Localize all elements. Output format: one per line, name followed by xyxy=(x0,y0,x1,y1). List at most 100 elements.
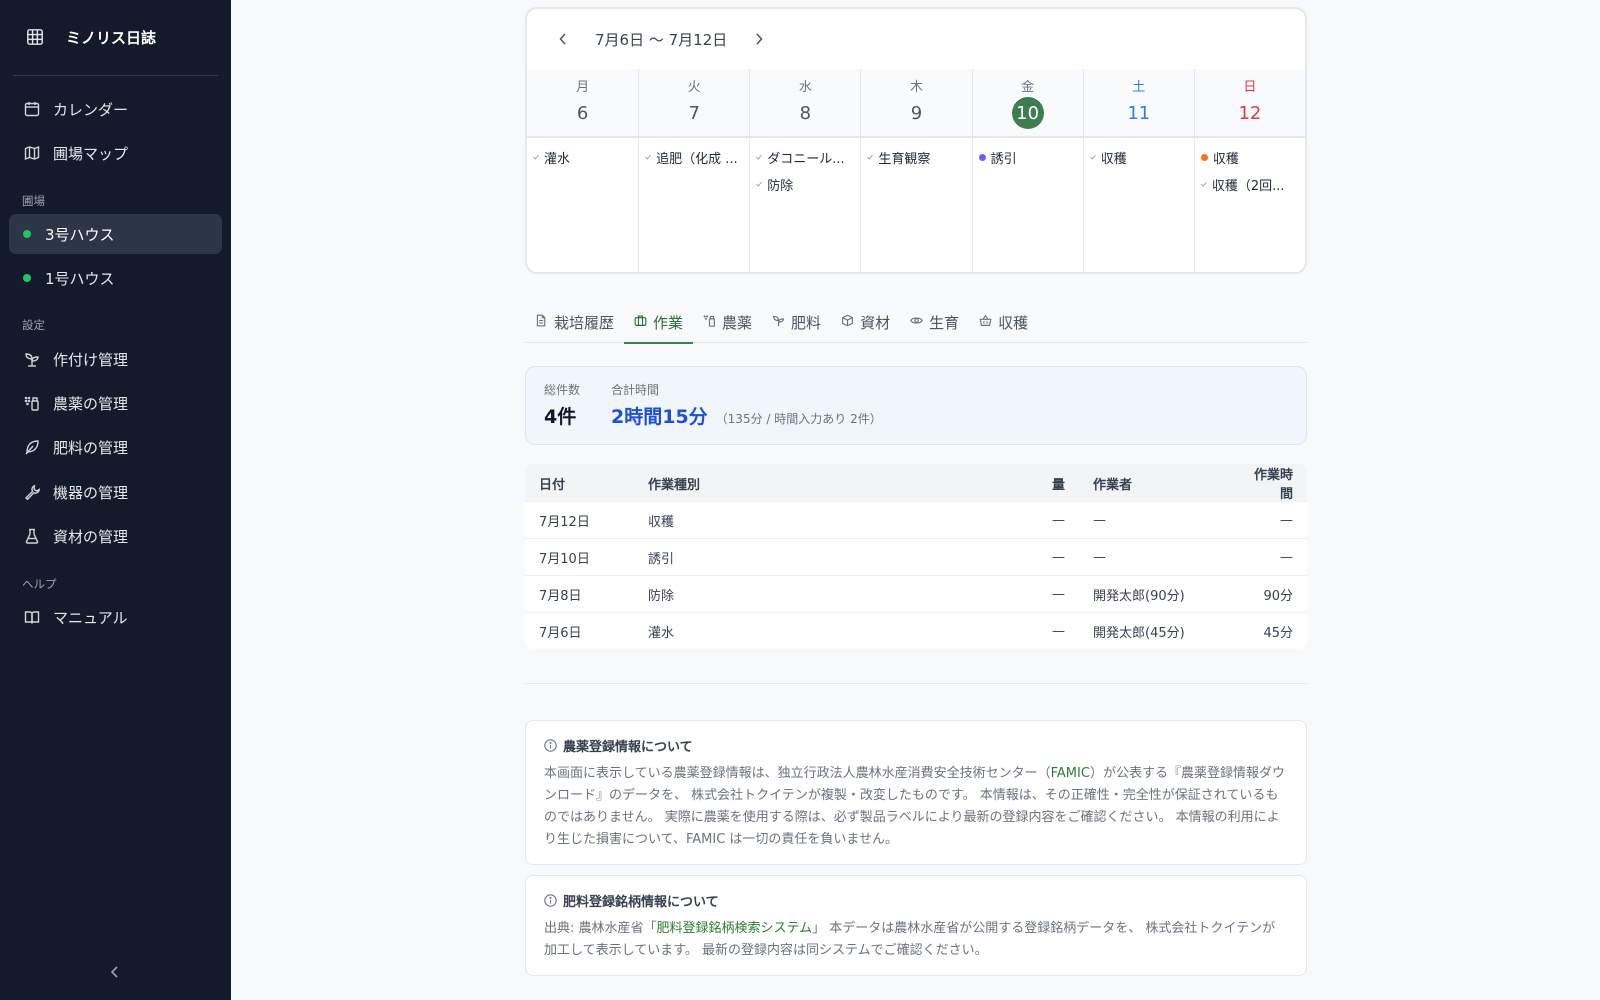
event-label: 収穫 xyxy=(1100,152,1127,167)
tab-document[interactable]: 栽培履歴 xyxy=(525,301,624,343)
leaf-icon xyxy=(23,438,41,456)
tab-label: 肥料 xyxy=(791,313,822,332)
tab-basket[interactable]: 収穫 xyxy=(969,301,1038,343)
table-row[interactable]: 7月8日 防除 — 開発太郎(90分) 90分 xyxy=(525,575,1307,612)
check-icon xyxy=(756,180,763,190)
day-header[interactable]: 水8 xyxy=(750,69,861,138)
cell-time: — xyxy=(1280,512,1293,528)
col-type: 作業種別 xyxy=(648,477,701,493)
work-table: 日付 作業種別 量 作業者 作業時間 7月12日 収穫 — — —7月10日 誘引 — — —7… xyxy=(525,464,1307,649)
day-of-week: 土 xyxy=(1132,80,1146,95)
field-item-house-1[interactable]: 1号ハウス xyxy=(9,258,222,298)
calendar-event[interactable]: 防除 xyxy=(756,175,854,194)
table-header-row: 日付 作業種別 量 作業者 作業時間 xyxy=(525,464,1307,502)
day-of-week: 水 xyxy=(798,80,812,95)
day-header[interactable]: 月6 xyxy=(527,69,639,138)
main-content: 7月6日 〜 7月12日 月 6 灌水火 7 追肥（化成 ... 水 8 ダコニール... 防除… xyxy=(231,0,1600,1000)
day-events: 収穫収穫（2回... xyxy=(1195,138,1305,204)
nav-label: 資材の管理 xyxy=(53,527,129,546)
day-column: 水 8 ダコニール... 防除 xyxy=(749,69,861,272)
tab-briefcase[interactable]: 作業 xyxy=(624,301,694,344)
day-column: 金 10 誘引 xyxy=(971,69,1083,272)
nav-field-map[interactable]: 圃場マップ xyxy=(9,133,222,173)
event-label: 防除 xyxy=(767,179,794,194)
event-dot-icon xyxy=(1200,154,1208,161)
day-number: 12 xyxy=(1238,102,1262,124)
tab-box[interactable]: 資材 xyxy=(831,301,900,343)
tab-label: 作業 xyxy=(653,313,684,332)
fertilizer-notice-title: 肥料登録銘柄情報について xyxy=(544,891,1288,910)
calendar-event[interactable]: 生育観察 xyxy=(867,148,965,167)
famic-link[interactable]: FAMIC xyxy=(1051,766,1090,781)
nav-calendar[interactable]: カレンダー xyxy=(9,89,222,129)
tab-label: 栽培履歴 xyxy=(554,313,615,332)
calendar-event[interactable]: 追肥（化成 ... xyxy=(645,148,743,167)
calendar-event[interactable]: 収穫（2回... xyxy=(1200,175,1299,194)
nav-material-management[interactable]: 資材の管理 xyxy=(9,516,222,556)
col-qty: 量 xyxy=(1051,477,1065,493)
cell-worker: 開発太郎(90分) xyxy=(1093,588,1185,604)
nav-equipment-management[interactable]: 機器の管理 xyxy=(9,472,222,512)
nav-label: 圃場マップ xyxy=(53,144,129,163)
table-row[interactable]: 7月6日 灌水 — 開発太郎(45分) 45分 xyxy=(525,612,1307,649)
tab-eye[interactable]: 生育 xyxy=(900,301,969,343)
prev-week-button[interactable] xyxy=(553,29,573,49)
day-header[interactable]: 火7 xyxy=(639,69,750,138)
event-label: 誘引 xyxy=(990,152,1017,167)
day-of-week: 月 xyxy=(576,80,590,95)
field-item-house-3[interactable]: 3号ハウス xyxy=(9,214,222,254)
calendar-event[interactable]: 収穫 xyxy=(1200,148,1299,167)
nav-crop-management[interactable]: 作付け管理 xyxy=(9,339,222,379)
day-header[interactable]: 木9 xyxy=(861,69,972,138)
event-dot-icon xyxy=(978,154,986,161)
nav-label: 機器の管理 xyxy=(53,483,129,502)
pesticide-notice-title: 農薬登録情報について xyxy=(544,736,1288,755)
grid-icon xyxy=(26,28,44,46)
tab-sprayer[interactable]: 農薬 xyxy=(693,301,762,343)
check-icon xyxy=(645,153,652,163)
brand[interactable]: ミノリス日誌 xyxy=(26,24,156,50)
day-header[interactable]: 金 10 xyxy=(972,69,1083,138)
calendar-event[interactable]: 誘引 xyxy=(978,148,1077,167)
cell-type: 防除 xyxy=(648,588,675,604)
nav-label: マニュアル xyxy=(53,608,128,627)
section-help: ヘルプ xyxy=(22,577,57,591)
next-week-button[interactable] xyxy=(749,29,769,49)
day-number: 9 xyxy=(910,102,923,124)
chevron-left-icon xyxy=(559,33,566,45)
fertilizer-search-link[interactable]: 肥料登録銘柄検索システム xyxy=(657,921,813,936)
cell-type: 収穫 xyxy=(648,514,675,530)
day-events: 誘引 xyxy=(973,138,1083,177)
calendar-header: 7月6日 〜 7月12日 xyxy=(527,9,1305,69)
tab-sprout[interactable]: 肥料 xyxy=(762,301,831,343)
sprout-icon xyxy=(772,313,785,331)
total-count-label: 総件数 xyxy=(544,383,581,397)
table-row[interactable]: 7月12日 収穫 — — — xyxy=(525,501,1307,538)
tab-label: 生育 xyxy=(929,313,960,332)
nav-label: 作付け管理 xyxy=(53,350,129,369)
event-label: ダコニール... xyxy=(767,152,845,167)
event-label: 収穫 xyxy=(1212,152,1239,167)
status-dot-icon xyxy=(23,274,31,282)
basket-icon xyxy=(979,313,992,331)
cell-date: 7月8日 xyxy=(539,588,582,604)
nav-pesticide-management[interactable]: 農薬の管理 xyxy=(9,383,222,423)
collapse-sidebar-button[interactable] xyxy=(105,962,125,982)
tab-label: 資材 xyxy=(860,313,891,332)
sprayer-icon xyxy=(703,313,716,331)
day-header[interactable]: 土 11 xyxy=(1083,69,1194,138)
table-row[interactable]: 7月10日 誘引 — — — xyxy=(525,538,1307,575)
nav-fertilizer-management[interactable]: 肥料の管理 xyxy=(9,427,222,467)
total-time-block: 合計時間 2時間15分 （135分 / 時間入力あり 2件） xyxy=(611,381,882,429)
event-label: 収穫（2回... xyxy=(1211,179,1285,194)
event-label: 追肥（化成 ... xyxy=(656,152,738,167)
calendar-event[interactable]: 灌水 xyxy=(533,148,632,167)
calendar-event[interactable]: 収穫 xyxy=(1089,148,1188,167)
cell-worker: — xyxy=(1093,512,1106,528)
day-of-week: 金 xyxy=(1021,80,1035,95)
eye-icon xyxy=(910,313,923,331)
calendar-event[interactable]: ダコニール... xyxy=(756,148,854,167)
cell-qty: — xyxy=(1052,549,1065,565)
nav-manual[interactable]: マニュアル xyxy=(9,597,222,637)
day-header[interactable]: 日 12 xyxy=(1194,69,1305,138)
